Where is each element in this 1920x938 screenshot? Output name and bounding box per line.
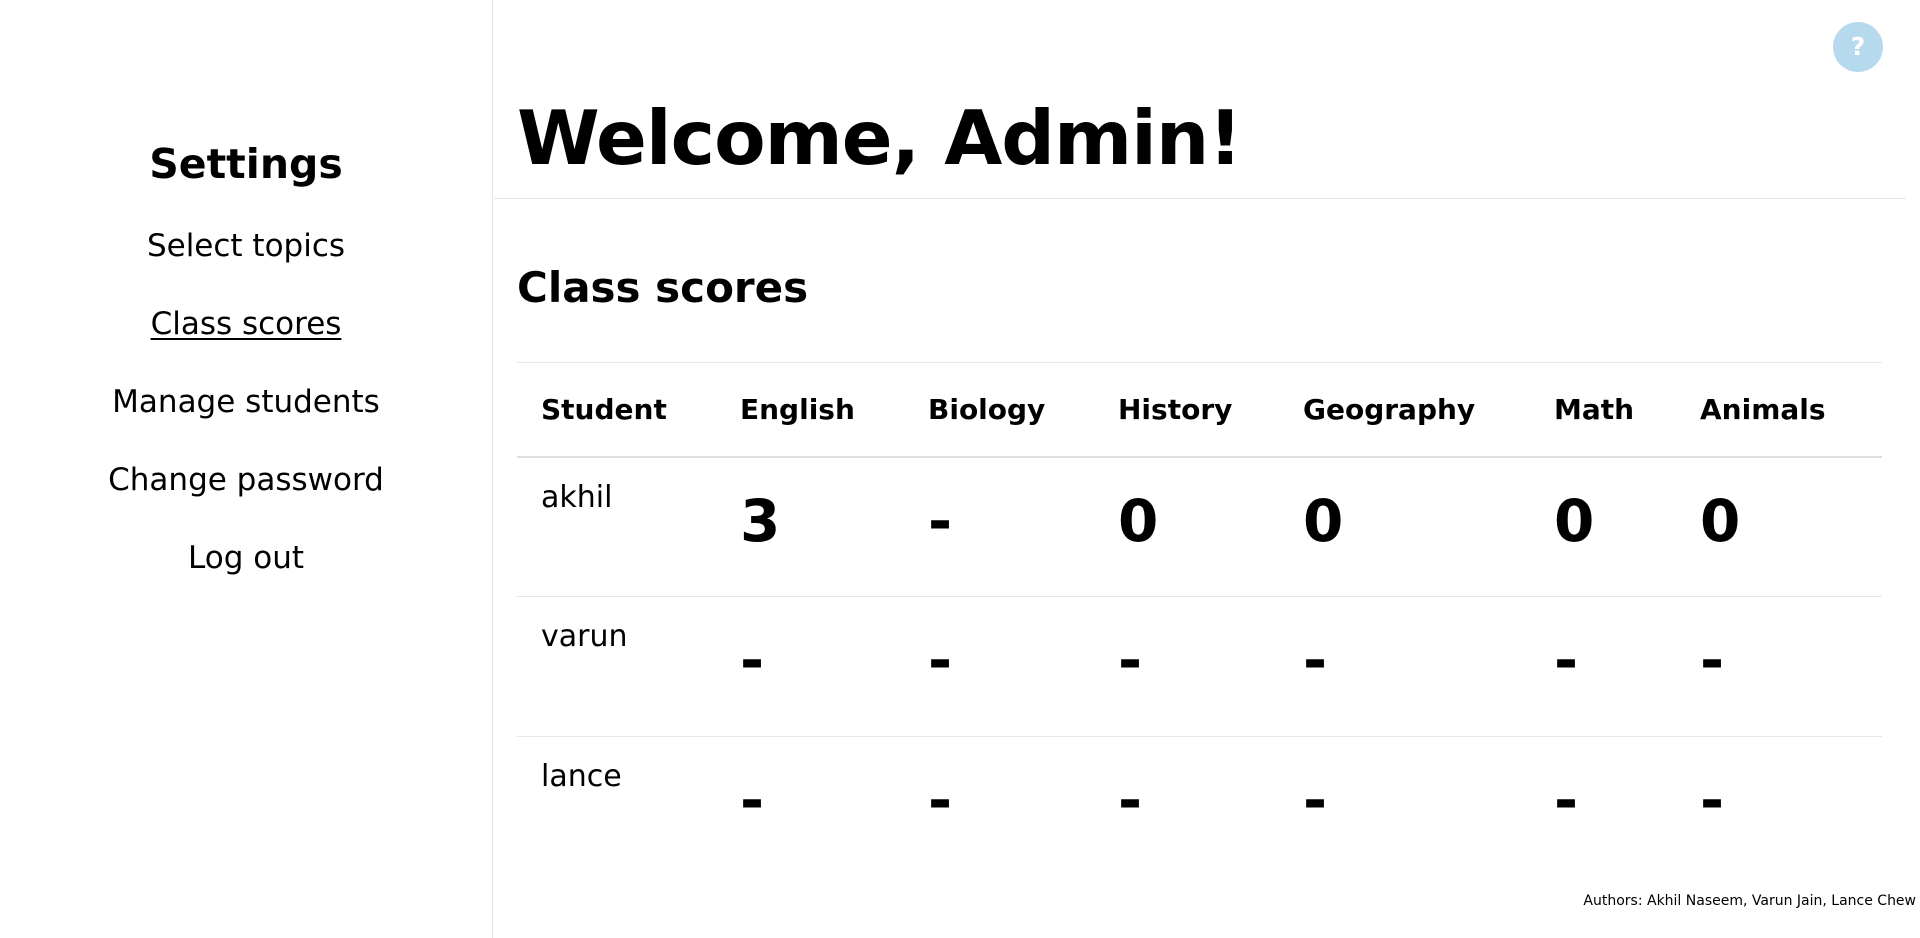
- score-cell: -: [928, 766, 953, 834]
- score-cell: -: [1303, 766, 1328, 834]
- score-cell: -: [1676, 596, 1882, 737]
- sidebar-item-change-password: Change password: [0, 453, 492, 531]
- column-header-english: English: [716, 362, 904, 458]
- manage-students-link[interactable]: Manage students: [112, 384, 380, 420]
- column-header-history: History: [1094, 362, 1279, 458]
- sidebar-item-log-out: Log out: [0, 531, 492, 609]
- table-row: lance - - - - - -: [517, 737, 1882, 877]
- score-cell: 3: [716, 456, 904, 597]
- student-name: varun: [517, 596, 716, 737]
- log-out-link[interactable]: Log out: [188, 540, 304, 576]
- change-password-link[interactable]: Change password: [108, 462, 384, 498]
- score-cell: -: [1554, 766, 1579, 834]
- score-cell: -: [904, 596, 1094, 737]
- column-header-biology: Biology: [904, 362, 1094, 458]
- score-cell: -: [904, 456, 1094, 597]
- score-cell: -: [1700, 766, 1725, 834]
- column-header-student: Student: [517, 362, 716, 458]
- score-cell: -: [1530, 596, 1676, 737]
- score-cell: -: [1094, 596, 1279, 737]
- sidebar: Settings Select topics Class scores Mana…: [0, 0, 493, 938]
- column-header-math: Math: [1530, 362, 1676, 458]
- score-cell: -: [740, 766, 765, 834]
- score-cell: 0: [1530, 456, 1676, 597]
- sidebar-item-manage-students: Manage students: [0, 375, 492, 453]
- student-name: lance: [541, 759, 622, 794]
- score-cell: -: [716, 596, 904, 737]
- score-cell: -: [1118, 766, 1143, 834]
- score-cell: 0: [1676, 456, 1882, 597]
- table-header-row: Student English Biology History Geograph…: [517, 362, 1882, 458]
- sidebar-title: Settings: [149, 140, 343, 188]
- student-name: akhil: [517, 456, 716, 597]
- sidebar-nav: Select topics Class scores Manage studen…: [0, 219, 492, 609]
- question-mark-icon: ?: [1850, 32, 1866, 61]
- score-cell: -: [1279, 596, 1530, 737]
- sidebar-item-select-topics: Select topics: [0, 219, 492, 297]
- column-header-animals: Animals: [1676, 362, 1882, 458]
- section-title: Class scores: [517, 263, 809, 312]
- help-button[interactable]: ?: [1833, 22, 1883, 72]
- table-row: varun - - - - - -: [517, 596, 1882, 737]
- authors-footer: Authors: Akhil Naseem, Varun Jain, Lance…: [1583, 893, 1916, 909]
- title-divider: [494, 198, 1906, 199]
- sidebar-item-class-scores: Class scores: [0, 297, 492, 375]
- select-topics-link[interactable]: Select topics: [147, 228, 345, 264]
- table-row: akhil 3 - 0 0 0 0: [517, 456, 1882, 597]
- column-header-geography: Geography: [1279, 362, 1530, 458]
- score-cell: 0: [1279, 456, 1530, 597]
- score-cell: 0: [1094, 456, 1279, 597]
- page-title: Welcome, Admin!: [517, 94, 1242, 182]
- class-scores-table: Student English Biology History Geograph…: [517, 362, 1882, 877]
- class-scores-link[interactable]: Class scores: [151, 306, 342, 342]
